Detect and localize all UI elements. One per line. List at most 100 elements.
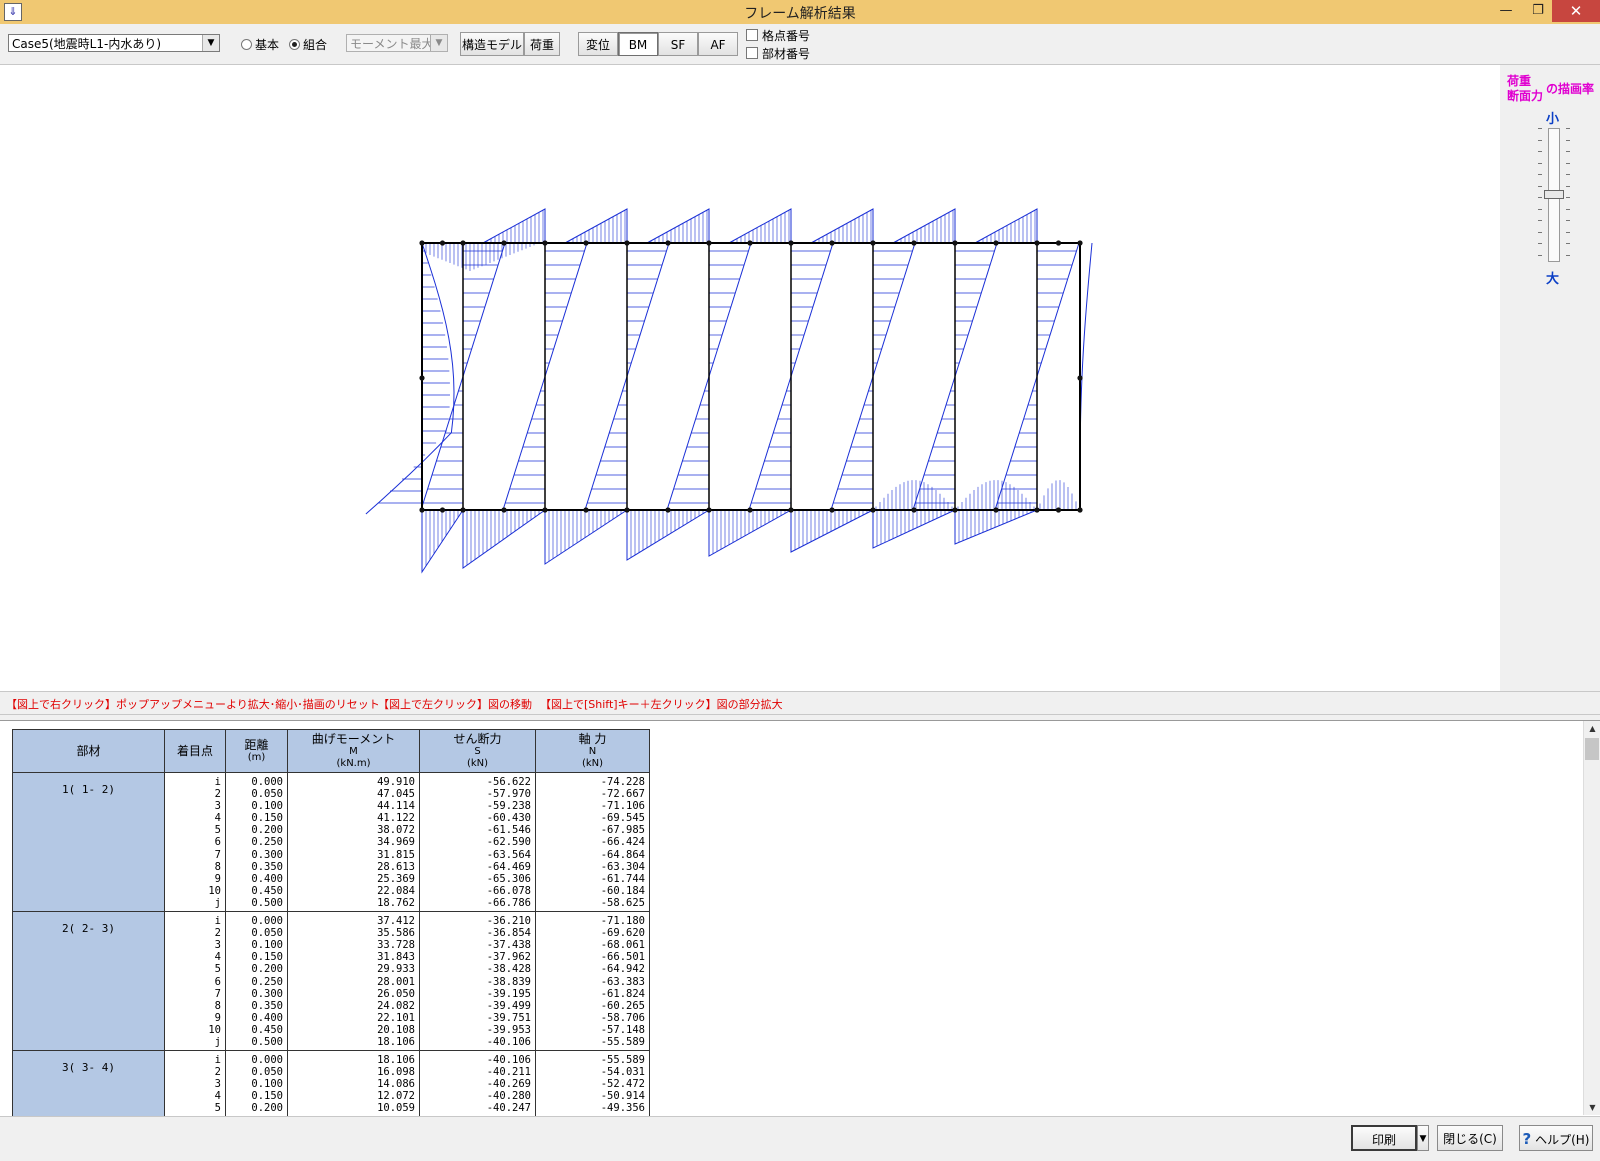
frame-node bbox=[706, 240, 712, 246]
member-name-cell: 3( 3- 4) bbox=[12, 1050, 165, 1116]
shear-value: -66.078 bbox=[486, 884, 531, 897]
scroll-up-icon[interactable]: ▲ bbox=[1584, 721, 1600, 736]
points-value: i bbox=[214, 1054, 221, 1067]
points-value: 2 bbox=[214, 1066, 221, 1079]
sf-button[interactable]: SF bbox=[658, 32, 698, 56]
frame-node bbox=[665, 240, 671, 246]
frame-node bbox=[439, 240, 446, 246]
slider-tick bbox=[1566, 162, 1570, 164]
slider-tick bbox=[1538, 243, 1542, 244]
frame-node bbox=[747, 240, 753, 246]
distance-cell: 0.000 0.050 0.100 0.150 0.200 0.250 0.300 0.350… bbox=[225, 771, 288, 913]
frame-node bbox=[911, 507, 917, 513]
bm-button[interactable]: BM bbox=[618, 32, 658, 56]
slider-tick bbox=[1538, 128, 1542, 129]
slider-tick bbox=[1566, 151, 1570, 152]
points-value: j bbox=[214, 896, 221, 909]
shear-value: -56.622 bbox=[486, 776, 531, 788]
draw-scale-slider-thumb[interactable] bbox=[1544, 190, 1564, 199]
hint-shift-click: 【図上で[Shift]キー＋左クリック】図の部分拡大 bbox=[540, 698, 783, 711]
axial-value: -71.180 bbox=[600, 915, 645, 928]
distance-cell: 0.000 0.050 0.100 0.150 0.200 0.250 0.300 0.350… bbox=[225, 911, 288, 1052]
distance-value: 0.450 bbox=[251, 1023, 283, 1036]
frame-node bbox=[706, 507, 712, 513]
moment-cell: 49.910 47.045 44.114 41.122 38.072 34.969 31.8… bbox=[287, 771, 420, 913]
frame-outline bbox=[421, 242, 1081, 511]
slider-tick bbox=[1566, 197, 1570, 198]
maximize-button[interactable]: ❐ bbox=[1522, 0, 1554, 22]
slider-tick bbox=[1538, 185, 1542, 187]
print-button[interactable]: 印刷 bbox=[1351, 1125, 1417, 1151]
chevron-down-icon[interactable]: ▼ bbox=[202, 35, 219, 51]
distance-value: 0.000 bbox=[251, 1054, 283, 1067]
shear-value: -40.269 bbox=[486, 1078, 531, 1091]
frame-node bbox=[870, 240, 876, 246]
frame-node bbox=[870, 507, 876, 513]
results-panel: 部材 着目点 距離 (m) 曲げモーメント M (kN.m) せん断力 S (kN) 軸 … bbox=[0, 720, 1600, 1116]
distance-value: 0.350 bbox=[251, 860, 283, 873]
axial-value: -69.545 bbox=[600, 812, 645, 825]
radio-combined[interactable]: 組合 bbox=[289, 36, 327, 53]
moment-value: 34.969 bbox=[377, 836, 415, 849]
load-button[interactable]: 荷重 bbox=[524, 32, 560, 56]
distance-value: 0.100 bbox=[251, 939, 283, 952]
axial-value: -58.625 bbox=[600, 896, 645, 909]
points-value: 10 bbox=[208, 1023, 221, 1036]
slider-tick bbox=[1538, 231, 1542, 233]
points-value: 4 bbox=[214, 1090, 221, 1103]
help-button[interactable]: ? ヘルプ(H) bbox=[1519, 1125, 1593, 1151]
radio-combined-dot[interactable] bbox=[289, 39, 300, 50]
frame-node bbox=[624, 240, 630, 246]
shear-value: -38.839 bbox=[486, 975, 531, 988]
moment-value: 10.059 bbox=[377, 1102, 415, 1115]
case-select[interactable]: Case5(地震時L1-内水あり) ▼ bbox=[8, 34, 220, 52]
frame-node bbox=[1034, 507, 1040, 513]
frame-node bbox=[1077, 375, 1083, 381]
scroll-down-icon[interactable]: ▼ bbox=[1584, 1100, 1600, 1115]
radio-basic[interactable]: 基本 bbox=[241, 36, 279, 53]
top-slab-moment bbox=[974, 208, 1038, 244]
member-number-checkbox[interactable]: 部材番号 bbox=[746, 45, 810, 62]
moment-value: 41.122 bbox=[377, 812, 415, 825]
frame-node bbox=[911, 240, 917, 246]
frame-node bbox=[747, 507, 753, 513]
distance-value: 0.000 bbox=[251, 776, 283, 788]
axial-value: -60.265 bbox=[600, 999, 645, 1012]
points-value: 5 bbox=[214, 1102, 221, 1115]
print-dropdown-icon[interactable]: ▼ bbox=[1417, 1125, 1429, 1151]
scale-label-ratio: の描画率 bbox=[1546, 82, 1595, 96]
moment-value: 16.098 bbox=[377, 1066, 415, 1079]
slider-tick bbox=[1566, 231, 1570, 233]
bending-moment-diagram[interactable] bbox=[0, 65, 1500, 691]
frame-node bbox=[501, 240, 507, 246]
slider-tick bbox=[1538, 162, 1542, 164]
shear-value: -39.195 bbox=[486, 987, 531, 1000]
close-window-button[interactable]: ✕ bbox=[1552, 0, 1600, 22]
close-button[interactable]: 閉じる(C) bbox=[1437, 1125, 1503, 1151]
checkbox-box[interactable] bbox=[746, 29, 758, 41]
results-scrollbar[interactable]: ▲ ▼ bbox=[1583, 721, 1600, 1115]
shear-value: -40.280 bbox=[486, 1090, 531, 1103]
scale-small-label: 小 bbox=[1546, 112, 1560, 127]
scroll-thumb[interactable] bbox=[1585, 738, 1599, 760]
frame-diagram-canvas[interactable] bbox=[0, 65, 1500, 691]
radio-basic-dot[interactable] bbox=[241, 39, 252, 50]
axial-value: -49.356 bbox=[600, 1102, 645, 1115]
checkbox-box[interactable] bbox=[746, 47, 758, 59]
moment-value: 31.843 bbox=[377, 951, 415, 964]
axial-value: -50.914 bbox=[600, 1090, 645, 1103]
frame-node bbox=[501, 507, 507, 513]
frame-node bbox=[419, 240, 425, 246]
structure-model-button[interactable]: 構造モデル bbox=[460, 32, 524, 56]
axial-value: -66.424 bbox=[600, 836, 645, 849]
displacement-button[interactable]: 変位 bbox=[578, 32, 618, 56]
chevron-down-icon: ▼ bbox=[430, 35, 447, 51]
node-number-checkbox[interactable]: 格点番号 bbox=[746, 27, 810, 44]
axial-value: -67.985 bbox=[600, 824, 645, 837]
frame-node bbox=[993, 240, 999, 246]
frame-node bbox=[788, 240, 794, 246]
minimize-button[interactable]: — bbox=[1490, 0, 1522, 22]
moment-value: 31.815 bbox=[377, 848, 415, 861]
af-button[interactable]: AF bbox=[698, 32, 738, 56]
shear-cell: -40.106 -40.211 -40.269 -40.280 -40.247 bbox=[419, 1050, 536, 1116]
